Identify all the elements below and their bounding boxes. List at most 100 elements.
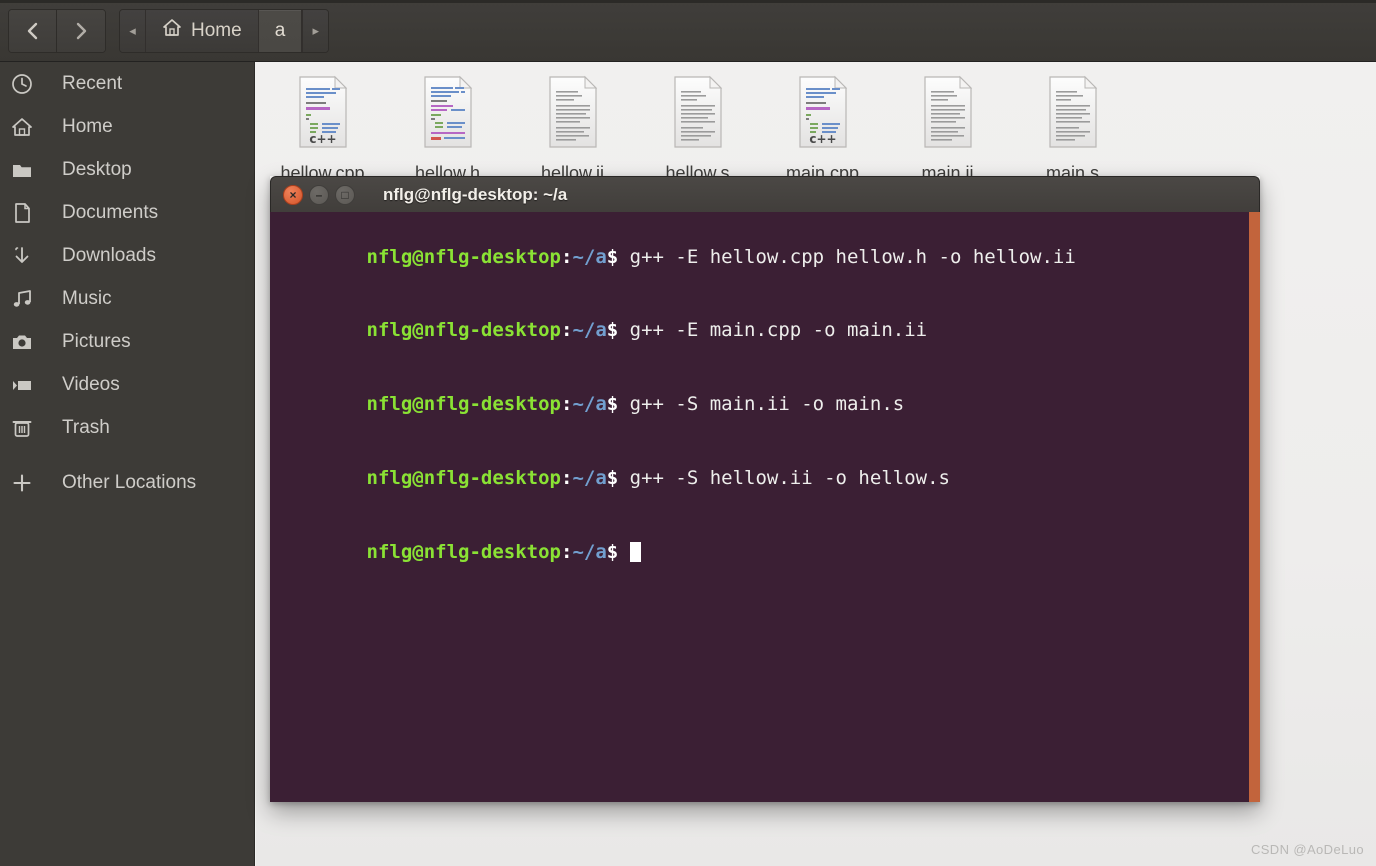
prompt-user: nflg@nflg-desktop — [366, 540, 561, 563]
cpp-file-icon: c++ — [292, 72, 354, 157]
file-item[interactable]: hellow.h — [385, 68, 510, 184]
breadcrumb-scroll-right-button[interactable]: ▸ — [302, 9, 329, 52]
header-top-edge — [0, 0, 1376, 3]
prompt-path: ~/a — [572, 319, 607, 342]
back-button[interactable] — [9, 9, 57, 52]
download-icon — [0, 244, 44, 268]
terminal-cursor — [629, 541, 641, 562]
sidebar-item-label: Recent — [62, 72, 123, 94]
sidebar: Recent Home Desktop Documents Downloads — [0, 62, 255, 866]
sidebar-item-label: Desktop — [62, 158, 132, 180]
prompt-colon: : — [560, 540, 573, 563]
breadcrumb-item-home[interactable]: Home — [146, 9, 259, 52]
text-file-icon — [1042, 72, 1104, 157]
home-icon — [162, 18, 182, 43]
cpp-file-icon: c++ — [792, 72, 854, 157]
prompt-path: ~/a — [572, 540, 607, 563]
sidebar-item-music[interactable]: Music — [0, 277, 254, 320]
file-item[interactable]: hellow.ii — [510, 68, 635, 184]
breadcrumb-item-a[interactable]: a — [258, 9, 303, 52]
svg-text:c++: c++ — [809, 132, 836, 146]
maximize-button[interactable]: □ — [335, 184, 355, 205]
close-icon: × — [289, 187, 297, 202]
sidebar-item-label: Trash — [62, 416, 110, 438]
file-item[interactable]: main.s — [1010, 68, 1135, 184]
sidebar-item-pictures[interactable]: Pictures — [0, 320, 254, 363]
sidebar-item-trash[interactable]: Trash — [0, 406, 254, 449]
breadcrumb-item-label: Home — [191, 19, 242, 41]
minimize-icon: – — [315, 187, 323, 202]
camera-icon — [0, 330, 44, 354]
terminal-command: g++ -S hellow.ii -o hellow.s — [618, 466, 950, 489]
sidebar-item-recent[interactable]: Recent — [0, 62, 254, 105]
triangle-left-icon: ◂ — [129, 22, 136, 38]
sidebar-item-label: Home — [62, 115, 113, 137]
trash-icon — [0, 416, 44, 440]
navigation-button-group — [8, 8, 106, 53]
terminal-line-current: nflg@nflg-desktop:~/a$ — [274, 515, 1260, 589]
terminal-output-area[interactable]: nflg@nflg-desktop:~/a$ g++ -E hellow.cpp… — [270, 212, 1260, 802]
header-file-icon — [417, 72, 479, 157]
svg-text:c++: c++ — [309, 132, 336, 146]
file-item[interactable]: c++ hellow.cpp — [260, 68, 385, 184]
terminal-command — [618, 541, 629, 563]
music-note-icon — [0, 287, 44, 311]
terminal-line: nflg@nflg-desktop:~/a$ g++ -S hellow.ii … — [274, 441, 1260, 515]
sidebar-item-label: Music — [62, 287, 112, 309]
minimize-button[interactable]: – — [309, 184, 329, 205]
prompt-dollar: $ — [606, 466, 619, 489]
prompt-dollar: $ — [606, 393, 619, 416]
sidebar-item-label: Videos — [62, 373, 120, 395]
sidebar-item-label: Downloads — [62, 244, 156, 266]
terminal-command: g++ -E main.cpp -o main.ii — [618, 319, 928, 342]
file-item[interactable]: main.ii — [885, 68, 1010, 184]
plus-icon — [0, 471, 44, 495]
sidebar-item-home[interactable]: Home — [0, 105, 254, 148]
text-file-icon — [542, 72, 604, 157]
document-icon — [0, 201, 44, 225]
triangle-right-icon: ▸ — [312, 22, 320, 38]
prompt-user: nflg@nflg-desktop — [366, 319, 561, 342]
terminal-window[interactable]: × – □ nflg@nflg-desktop: ~/a nflg@nflg-d… — [270, 176, 1260, 802]
maximize-icon: □ — [341, 187, 349, 202]
prompt-dollar: $ — [606, 540, 619, 563]
video-camera-icon — [0, 373, 44, 397]
terminal-title-label: nflg@nflg-desktop: ~/a — [383, 184, 568, 204]
folder-icon — [0, 158, 44, 182]
terminal-title-bar[interactable]: × – □ nflg@nflg-desktop: ~/a — [270, 176, 1260, 212]
sidebar-item-desktop[interactable]: Desktop — [0, 148, 254, 191]
text-file-icon — [667, 72, 729, 157]
terminal-line: nflg@nflg-desktop:~/a$ g++ -E main.cpp -… — [274, 294, 1260, 368]
sidebar-item-documents[interactable]: Documents — [0, 191, 254, 234]
terminal-command: g++ -S main.ii -o main.s — [618, 393, 905, 416]
prompt-user: nflg@nflg-desktop — [366, 466, 561, 489]
header-bar: ◂ Home a ▸ — [0, 0, 1376, 62]
file-item[interactable]: hellow.s — [635, 68, 760, 184]
prompt-colon: : — [560, 466, 573, 489]
sidebar-item-other-locations[interactable]: Other Locations — [0, 461, 254, 504]
breadcrumb-scroll-left-button[interactable]: ◂ — [120, 9, 146, 52]
prompt-colon: : — [560, 393, 573, 416]
sidebar-item-label: Pictures — [62, 330, 131, 352]
chevron-right-icon — [73, 20, 89, 42]
sidebar-item-label: Other Locations — [62, 471, 197, 493]
prompt-user: nflg@nflg-desktop — [366, 245, 561, 268]
forward-button[interactable] — [57, 9, 105, 52]
home-icon — [0, 115, 44, 139]
file-item[interactable]: c++ main.cpp — [760, 68, 885, 184]
prompt-colon: : — [560, 245, 573, 268]
file-grid: c++ hellow.cpp hellow.h hellow.ii hellow… — [256, 62, 1376, 184]
prompt-path: ~/a — [572, 245, 607, 268]
sidebar-item-videos[interactable]: Videos — [0, 363, 254, 406]
prompt-path: ~/a — [572, 393, 607, 416]
terminal-scrollbar[interactable] — [1249, 212, 1260, 802]
prompt-user: nflg@nflg-desktop — [366, 393, 561, 416]
clock-icon — [0, 72, 44, 96]
close-button[interactable]: × — [283, 184, 303, 205]
chevron-left-icon — [25, 20, 41, 42]
terminal-line: nflg@nflg-desktop:~/a$ g++ -S main.ii -o… — [274, 368, 1260, 442]
breadcrumb-item-label: a — [274, 19, 286, 41]
sidebar-item-downloads[interactable]: Downloads — [0, 234, 254, 277]
prompt-dollar: $ — [606, 245, 619, 268]
prompt-dollar: $ — [606, 319, 619, 342]
